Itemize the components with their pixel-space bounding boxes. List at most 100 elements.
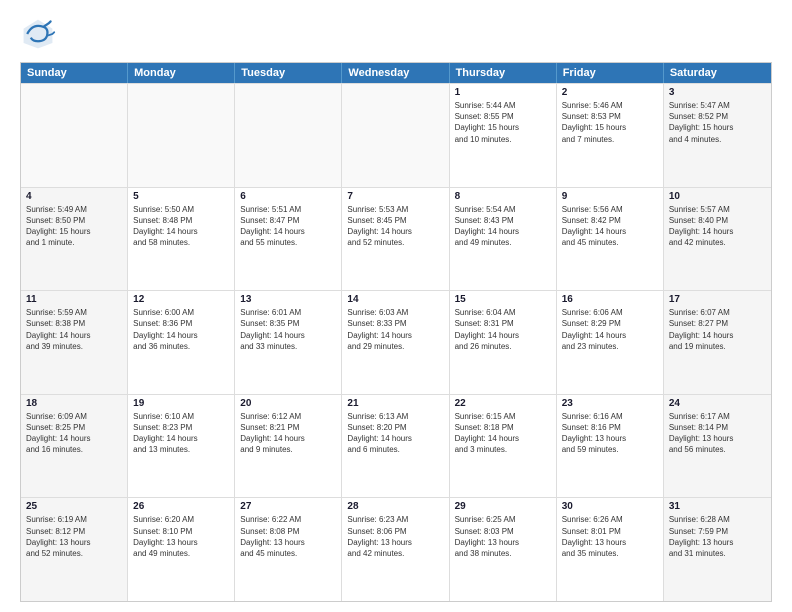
cal-cell-4: 4 Sunrise: 5:49 AM Sunset: 8:50 PM Daylig… — [21, 188, 128, 291]
cell-info: Sunrise: 5:50 AM Sunset: 8:48 PM Dayligh… — [133, 204, 229, 249]
cal-cell-31: 31Sunrise: 6:28 AM Sunset: 7:59 PM Dayli… — [664, 498, 771, 601]
cell-info: Sunrise: 5:44 AM Sunset: 8:55 PM Dayligh… — [455, 100, 551, 145]
calendar-header: SundayMondayTuesdayWednesdayThursdayFrid… — [21, 63, 771, 83]
day-number: 27 — [240, 501, 336, 512]
cal-cell-17: 17 Sunrise: 6:07 AM Sunset: 8:27 PM Dayli… — [664, 291, 771, 394]
header — [20, 16, 772, 52]
day-number: 5 — [133, 191, 229, 202]
cal-cell-13: 13Sunrise: 6:01 AM Sunset: 8:35 PM Dayli… — [235, 291, 342, 394]
cell-info: Sunrise: 5:54 AM Sunset: 8:43 PM Dayligh… — [455, 204, 551, 249]
page: SundayMondayTuesdayWednesdayThursdayFrid… — [0, 0, 792, 612]
day-number: 17 — [669, 294, 766, 305]
cal-cell-22: 22 Sunrise: 6:15 AM Sunset: 8:18 PM Dayli… — [450, 395, 557, 498]
day-number: 24 — [669, 398, 766, 409]
cell-info: Sunrise: 6:17 AM Sunset: 8:14 PM Dayligh… — [669, 411, 766, 456]
cell-info: Sunrise: 5:47 AM Sunset: 8:52 PM Dayligh… — [669, 100, 766, 145]
day-number: 28 — [347, 501, 443, 512]
cell-info: Sunrise: 6:10 AM Sunset: 8:23 PM Dayligh… — [133, 411, 229, 456]
cal-cell-12: 12 Sunrise: 6:00 AM Sunset: 8:36 PM Dayli… — [128, 291, 235, 394]
cell-info: Sunrise: 5:49 AM Sunset: 8:50 PM Dayligh… — [26, 204, 122, 249]
day-number: 25 — [26, 501, 122, 512]
cal-cell-9: 9 Sunrise: 5:56 AM Sunset: 8:42 PM Daylig… — [557, 188, 664, 291]
day-number: 11 — [26, 294, 122, 305]
cal-row-4: 25Sunrise: 6:19 AM Sunset: 8:12 PM Dayli… — [21, 497, 771, 601]
cal-cell-30: 30 Sunrise: 6:26 AM Sunset: 8:01 PM Dayli… — [557, 498, 664, 601]
logo — [20, 16, 62, 52]
day-number: 2 — [562, 87, 658, 98]
cell-info: Sunrise: 6:00 AM Sunset: 8:36 PM Dayligh… — [133, 307, 229, 352]
cell-info: Sunrise: 6:15 AM Sunset: 8:18 PM Dayligh… — [455, 411, 551, 456]
cell-info: Sunrise: 6:20 AM Sunset: 8:10 PM Dayligh… — [133, 514, 229, 559]
day-number: 9 — [562, 191, 658, 202]
cal-cell-6: 6 Sunrise: 5:51 AM Sunset: 8:47 PM Daylig… — [235, 188, 342, 291]
cell-info: Sunrise: 6:12 AM Sunset: 8:21 PM Dayligh… — [240, 411, 336, 456]
cal-cell-18: 18 Sunrise: 6:09 AM Sunset: 8:25 PM Dayli… — [21, 395, 128, 498]
cal-cell-empty-3 — [342, 84, 449, 187]
day-number: 16 — [562, 294, 658, 305]
cell-info: Sunrise: 6:01 AM Sunset: 8:35 PM Dayligh… — [240, 307, 336, 352]
cal-cell-14: 14 Sunrise: 6:03 AM Sunset: 8:33 PM Dayli… — [342, 291, 449, 394]
cal-row-3: 18 Sunrise: 6:09 AM Sunset: 8:25 PM Dayli… — [21, 394, 771, 498]
day-number: 20 — [240, 398, 336, 409]
day-number: 12 — [133, 294, 229, 305]
day-number: 23 — [562, 398, 658, 409]
cell-info: Sunrise: 5:57 AM Sunset: 8:40 PM Dayligh… — [669, 204, 766, 249]
cal-cell-1: 1 Sunrise: 5:44 AM Sunset: 8:55 PM Daylig… — [450, 84, 557, 187]
cell-info: Sunrise: 6:03 AM Sunset: 8:33 PM Dayligh… — [347, 307, 443, 352]
day-number: 30 — [562, 501, 658, 512]
logo-icon — [20, 16, 56, 52]
cal-cell-21: 21 Sunrise: 6:13 AM Sunset: 8:20 PM Dayli… — [342, 395, 449, 498]
cell-info: Sunrise: 6:06 AM Sunset: 8:29 PM Dayligh… — [562, 307, 658, 352]
cal-cell-5: 5 Sunrise: 5:50 AM Sunset: 8:48 PM Daylig… — [128, 188, 235, 291]
cal-cell-29: 29 Sunrise: 6:25 AM Sunset: 8:03 PM Dayli… — [450, 498, 557, 601]
cal-cell-empty-1 — [128, 84, 235, 187]
cal-row-0: 1 Sunrise: 5:44 AM Sunset: 8:55 PM Daylig… — [21, 83, 771, 187]
cal-cell-19: 19 Sunrise: 6:10 AM Sunset: 8:23 PM Dayli… — [128, 395, 235, 498]
weekday-header-sunday: Sunday — [21, 63, 128, 83]
day-number: 6 — [240, 191, 336, 202]
cal-cell-28: 28 Sunrise: 6:23 AM Sunset: 8:06 PM Dayli… — [342, 498, 449, 601]
weekday-header-friday: Friday — [557, 63, 664, 83]
cell-info: Sunrise: 6:07 AM Sunset: 8:27 PM Dayligh… — [669, 307, 766, 352]
day-number: 29 — [455, 501, 551, 512]
day-number: 10 — [669, 191, 766, 202]
day-number: 4 — [26, 191, 122, 202]
weekday-header-thursday: Thursday — [450, 63, 557, 83]
cell-info: Sunrise: 5:56 AM Sunset: 8:42 PM Dayligh… — [562, 204, 658, 249]
cal-cell-10: 10 Sunrise: 5:57 AM Sunset: 8:40 PM Dayli… — [664, 188, 771, 291]
day-number: 8 — [455, 191, 551, 202]
day-number: 21 — [347, 398, 443, 409]
day-number: 18 — [26, 398, 122, 409]
day-number: 31 — [669, 501, 766, 512]
cell-info: Sunrise: 5:51 AM Sunset: 8:47 PM Dayligh… — [240, 204, 336, 249]
cal-cell-20: 20 Sunrise: 6:12 AM Sunset: 8:21 PM Dayli… — [235, 395, 342, 498]
cal-cell-26: 26Sunrise: 6:20 AM Sunset: 8:10 PM Dayli… — [128, 498, 235, 601]
cal-row-2: 11Sunrise: 5:59 AM Sunset: 8:38 PM Dayli… — [21, 290, 771, 394]
cell-info: Sunrise: 6:13 AM Sunset: 8:20 PM Dayligh… — [347, 411, 443, 456]
cell-info: Sunrise: 6:22 AM Sunset: 8:08 PM Dayligh… — [240, 514, 336, 559]
cell-info: Sunrise: 6:16 AM Sunset: 8:16 PM Dayligh… — [562, 411, 658, 456]
cal-cell-empty-2 — [235, 84, 342, 187]
calendar-body: 1 Sunrise: 5:44 AM Sunset: 8:55 PM Daylig… — [21, 83, 771, 601]
cal-cell-7: 7Sunrise: 5:53 AM Sunset: 8:45 PM Daylig… — [342, 188, 449, 291]
cell-info: Sunrise: 6:26 AM Sunset: 8:01 PM Dayligh… — [562, 514, 658, 559]
cell-info: Sunrise: 6:09 AM Sunset: 8:25 PM Dayligh… — [26, 411, 122, 456]
cal-cell-24: 24 Sunrise: 6:17 AM Sunset: 8:14 PM Dayli… — [664, 395, 771, 498]
day-number: 14 — [347, 294, 443, 305]
cal-cell-2: 2Sunrise: 5:46 AM Sunset: 8:53 PM Daylig… — [557, 84, 664, 187]
cell-info: Sunrise: 6:23 AM Sunset: 8:06 PM Dayligh… — [347, 514, 443, 559]
day-number: 1 — [455, 87, 551, 98]
cell-info: Sunrise: 5:53 AM Sunset: 8:45 PM Dayligh… — [347, 204, 443, 249]
day-number: 15 — [455, 294, 551, 305]
cell-info: Sunrise: 6:04 AM Sunset: 8:31 PM Dayligh… — [455, 307, 551, 352]
cal-cell-23: 23 Sunrise: 6:16 AM Sunset: 8:16 PM Dayli… — [557, 395, 664, 498]
weekday-header-tuesday: Tuesday — [235, 63, 342, 83]
cell-info: Sunrise: 6:25 AM Sunset: 8:03 PM Dayligh… — [455, 514, 551, 559]
day-number: 22 — [455, 398, 551, 409]
day-number: 19 — [133, 398, 229, 409]
cal-cell-16: 16 Sunrise: 6:06 AM Sunset: 8:29 PM Dayli… — [557, 291, 664, 394]
cal-cell-empty-0 — [21, 84, 128, 187]
cal-cell-3: 3Sunrise: 5:47 AM Sunset: 8:52 PM Daylig… — [664, 84, 771, 187]
cal-cell-8: 8 Sunrise: 5:54 AM Sunset: 8:43 PM Daylig… — [450, 188, 557, 291]
cal-cell-11: 11Sunrise: 5:59 AM Sunset: 8:38 PM Dayli… — [21, 291, 128, 394]
